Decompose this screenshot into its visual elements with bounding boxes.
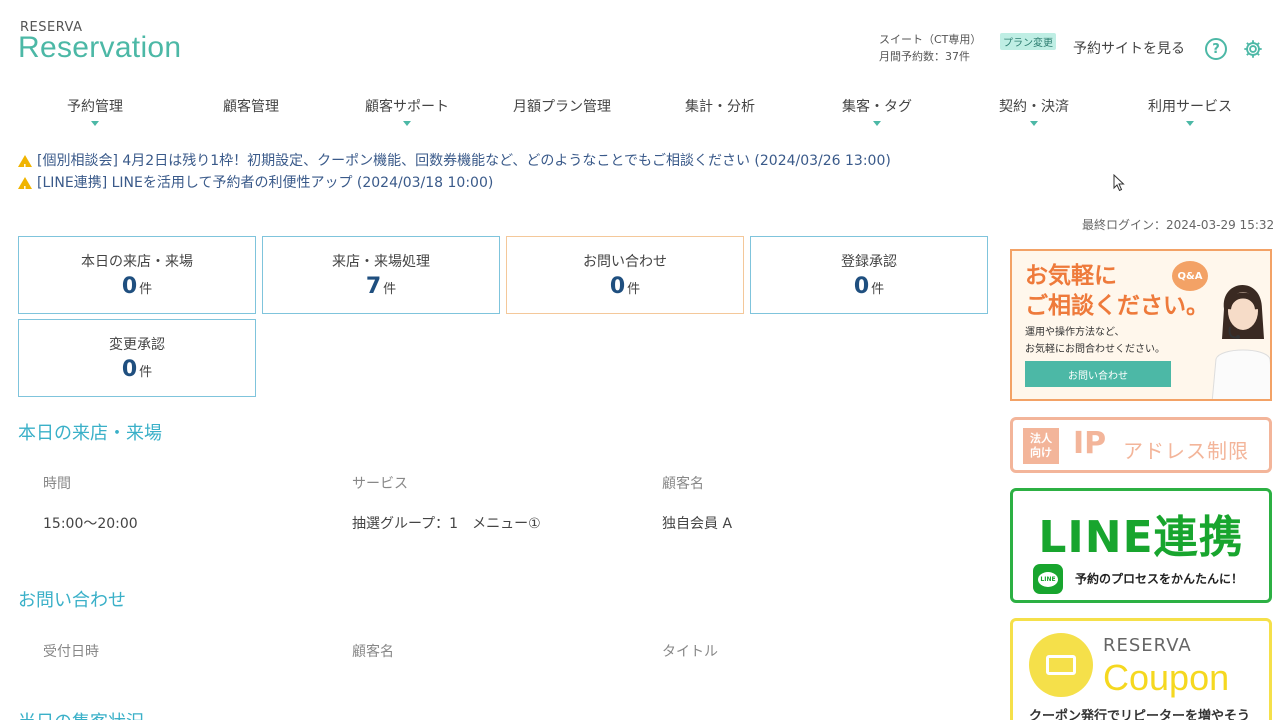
consult-subtitle: 運用や操作方法など、 お気軽にお問合わせください。 bbox=[1025, 327, 1165, 355]
nav-marketing[interactable]: 集客・タグ bbox=[842, 96, 912, 126]
last-login: 最終ログイン：2024-03-29 15:32 bbox=[1082, 218, 1275, 232]
coupon-icon bbox=[1029, 633, 1093, 697]
ip-restriction-label: アドレス制限 bbox=[1123, 439, 1249, 463]
column-header: サービス bbox=[352, 476, 408, 492]
qa-badge: Q&A bbox=[1172, 261, 1208, 291]
notice-item[interactable]: [LINE連携] LINEを活用して予約者の利便性アップ (2024/03/18… bbox=[18, 172, 891, 201]
column-header: 時間 bbox=[43, 476, 71, 492]
notices: [個別相談会] 4月2日は残り1枠！初期設定、クーポン機能、回数券機能など、どの… bbox=[18, 150, 891, 201]
chevron-down-icon bbox=[873, 121, 881, 126]
column-header: タイトル bbox=[662, 644, 718, 660]
line-title: LINE連携 bbox=[1038, 512, 1244, 563]
ip-restriction-banner[interactable]: 法人 向け IP アドレス制限 bbox=[1010, 417, 1272, 473]
plan-info: スイート（CT専用） 月間予約数：37件 bbox=[879, 31, 981, 65]
consult-banner[interactable]: お気軽に ご相談ください。 Q&A 運用や操作方法など、 お気軽にお問合わせくだ… bbox=[1010, 249, 1272, 401]
stat-registration-approval[interactable]: 登録承認 0件 bbox=[750, 236, 988, 314]
gear-icon[interactable] bbox=[1242, 38, 1264, 60]
coupon-brand: RESERVA bbox=[1103, 635, 1192, 656]
warning-icon bbox=[18, 177, 32, 201]
main-nav: 予約管理 顧客管理 顧客サポート 月額プラン管理 集計・分析 集客・タグ 契約・… bbox=[0, 92, 1280, 126]
plan-change-button[interactable]: プラン変更 bbox=[1000, 33, 1056, 50]
coupon-banner[interactable]: RESERVA Coupon クーポン発行でリピーターを増やそう bbox=[1010, 618, 1272, 720]
logo[interactable]: Reservation bbox=[18, 31, 181, 65]
table-cell-customer[interactable]: 独自会員 A bbox=[662, 513, 732, 533]
line-integration-banner[interactable]: LINE連携 LINE 予約のプロセスをかんたんに！ bbox=[1010, 488, 1272, 603]
column-header: 顧客名 bbox=[662, 476, 704, 492]
chevron-down-icon bbox=[1186, 121, 1194, 126]
nav-monthly-plan[interactable]: 月額プラン管理 bbox=[513, 96, 611, 116]
section-title-next: 当日の集客状況 bbox=[18, 708, 144, 720]
line-subtitle: 予約のプロセスをかんたんに！ bbox=[1075, 572, 1244, 586]
ip-label: IP bbox=[1073, 426, 1107, 461]
notice-item[interactable]: [個別相談会] 4月2日は残り1枠！初期設定、クーポン機能、回数券機能など、どの… bbox=[18, 150, 891, 179]
table-cell-service[interactable]: 抽選グループ：1 メニュー① bbox=[352, 513, 541, 533]
plan-name: スイート（CT専用） bbox=[879, 33, 982, 46]
header: RESERVA Reservation スイート（CT専用） 月間予約数：37件… bbox=[0, 0, 1280, 90]
help-icon[interactable]: ? bbox=[1205, 38, 1227, 60]
nav-support[interactable]: 顧客サポート bbox=[365, 96, 449, 126]
nav-analytics[interactable]: 集計・分析 bbox=[685, 96, 755, 116]
nav-contract[interactable]: 契約・決済 bbox=[999, 96, 1069, 126]
warning-icon bbox=[18, 155, 32, 179]
stat-change-approval[interactable]: 変更承認 0件 bbox=[18, 319, 256, 397]
nav-services[interactable]: 利用サービス bbox=[1148, 96, 1232, 126]
coupon-title: Coupon bbox=[1103, 657, 1230, 698]
chevron-down-icon bbox=[403, 121, 411, 126]
view-site-link[interactable]: 予約サイトを見る bbox=[1073, 38, 1185, 58]
table-cell-time: 15:00～20:00 bbox=[43, 516, 138, 532]
nav-customer[interactable]: 顧客管理 bbox=[223, 96, 279, 116]
chevron-down-icon bbox=[91, 121, 99, 126]
line-icon: LINE bbox=[1033, 564, 1063, 594]
stat-visit-processing[interactable]: 来店・来場処理 7件 bbox=[262, 236, 500, 314]
coupon-subtitle: クーポン発行でリピーターを増やそう bbox=[1029, 709, 1251, 720]
operator-illustration bbox=[1211, 284, 1270, 399]
column-header: 受付日時 bbox=[43, 644, 99, 660]
stat-inquiries[interactable]: お問い合わせ 0件 bbox=[506, 236, 744, 314]
mouse-cursor-icon bbox=[1113, 174, 1125, 192]
section-title-inquiry: お問い合わせ bbox=[18, 590, 126, 611]
chevron-down-icon bbox=[1030, 121, 1038, 126]
stat-today-visits[interactable]: 本日の来店・来場 0件 bbox=[18, 236, 256, 314]
monthly-count: 月間予約数：37件 bbox=[879, 50, 970, 63]
nav-reservation[interactable]: 予約管理 bbox=[67, 96, 123, 126]
contact-button[interactable]: お問い合わせ bbox=[1025, 361, 1171, 387]
corporate-badge: 法人 向け bbox=[1023, 428, 1059, 464]
section-title-today: 本日の来店・来場 bbox=[18, 423, 162, 444]
column-header: 顧客名 bbox=[352, 644, 394, 660]
